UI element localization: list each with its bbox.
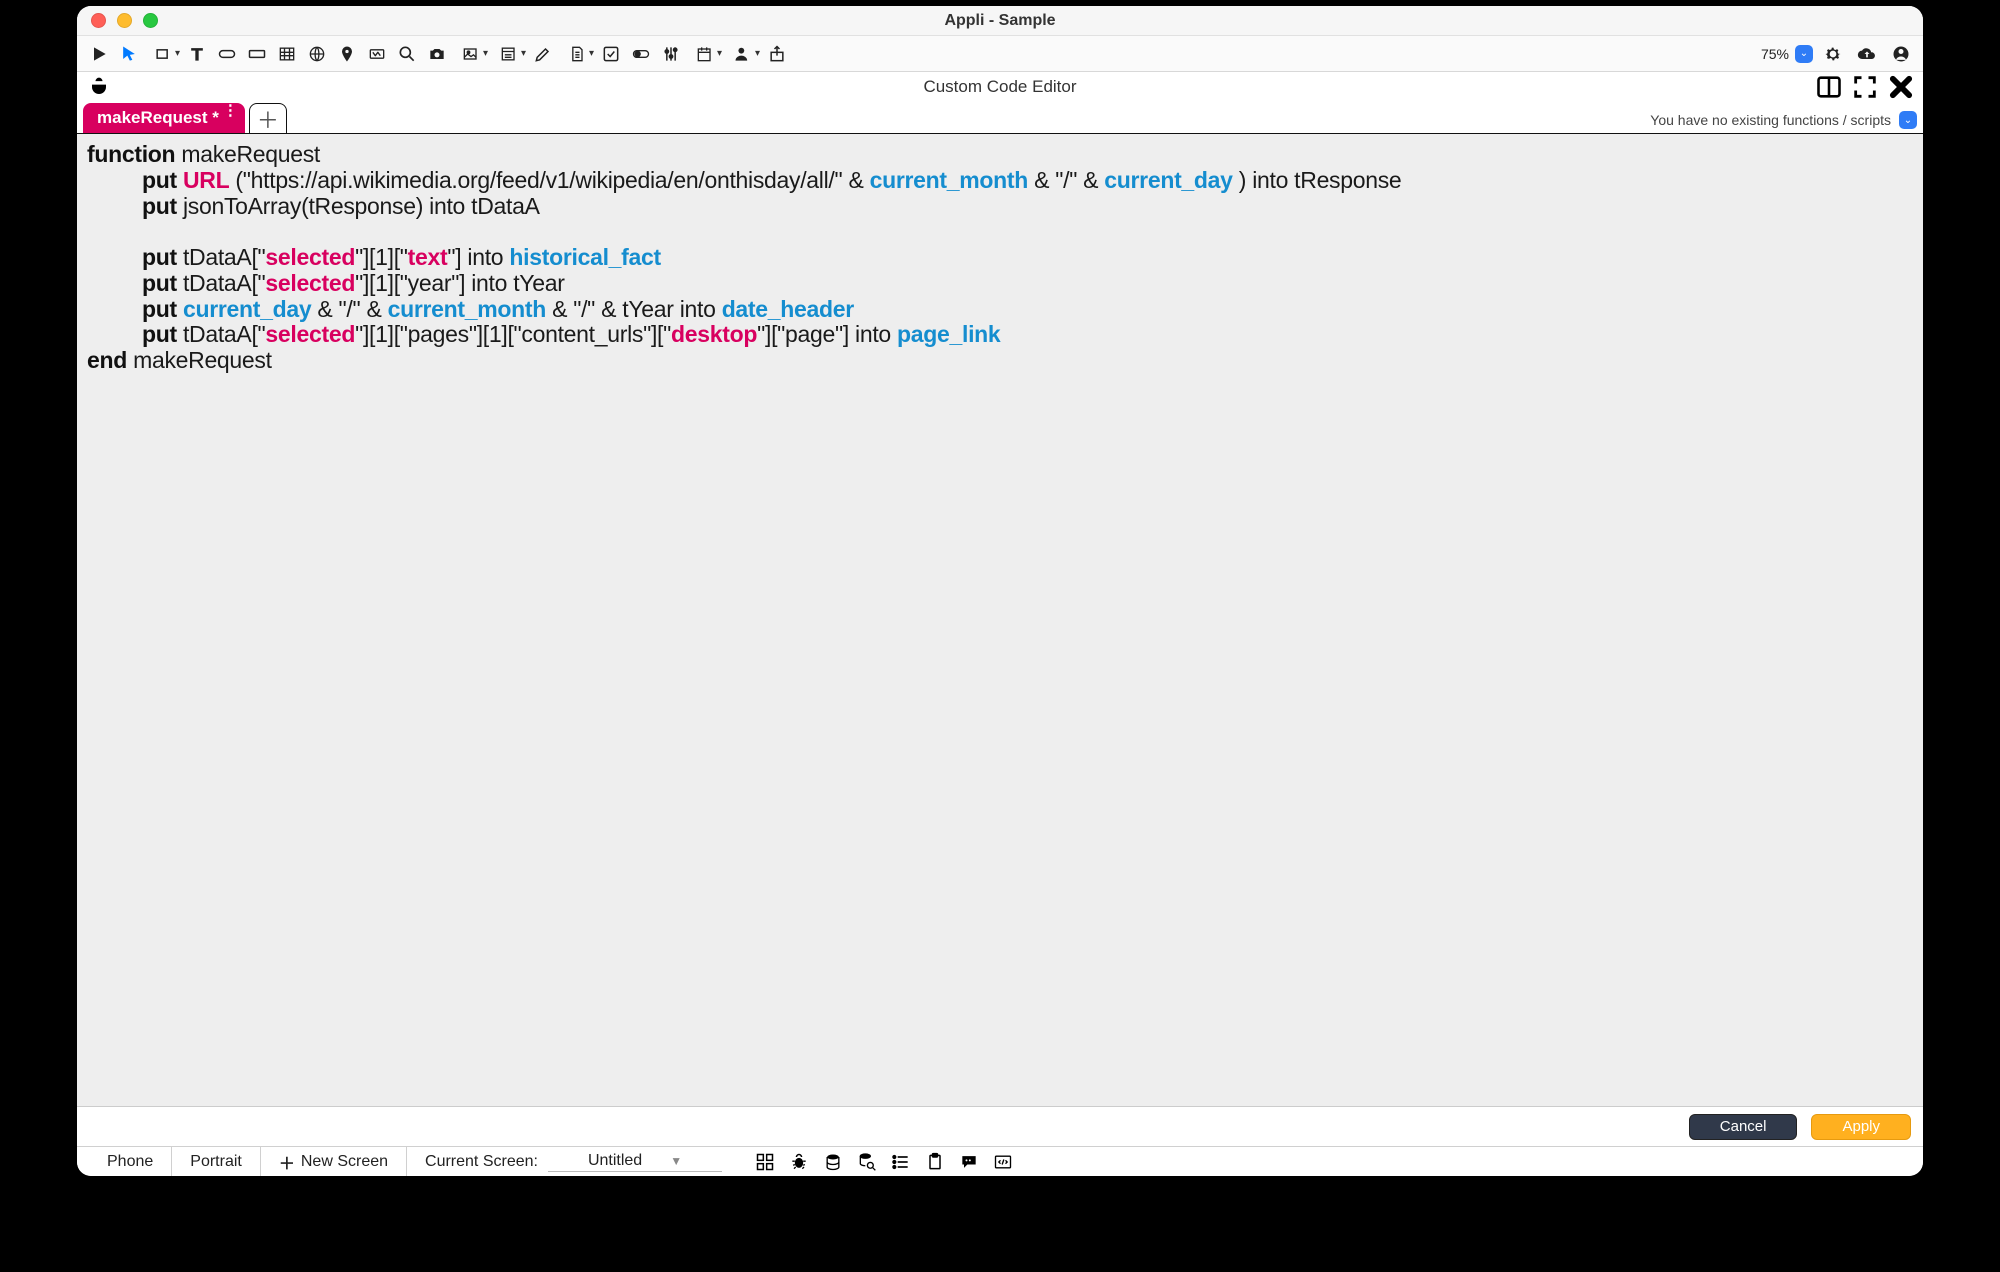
button-tool-icon[interactable]: [213, 40, 241, 68]
code-panel-icon[interactable]: [992, 1151, 1014, 1173]
calendar-icon[interactable]: [687, 40, 723, 68]
clipboard-icon[interactable]: [924, 1151, 946, 1173]
pointer-icon[interactable]: [115, 40, 143, 68]
tab-label: makeRequest *: [97, 108, 219, 128]
search-icon[interactable]: [393, 40, 421, 68]
chevron-down-icon: ⌄: [1795, 45, 1813, 63]
chat-icon[interactable]: [958, 1151, 980, 1173]
grid-tool-icon[interactable]: [273, 40, 301, 68]
zoom-selector[interactable]: 75% ⌄: [1761, 45, 1813, 63]
play-icon[interactable]: [85, 40, 113, 68]
fullscreen-icon[interactable]: [1851, 73, 1879, 101]
apply-button[interactable]: Apply: [1811, 1114, 1911, 1140]
badge-tool-icon[interactable]: [363, 40, 391, 68]
field-tool-icon[interactable]: [243, 40, 271, 68]
code-content: function makeRequest put URL ("https://a…: [87, 142, 1913, 374]
text-tool-icon[interactable]: [183, 40, 211, 68]
status-icons: [740, 1151, 1014, 1173]
form-tool-icon[interactable]: [491, 40, 527, 68]
functions-status-label: You have no existing functions / scripts: [1650, 112, 1891, 128]
tab-menu-icon[interactable]: ⋮: [223, 107, 237, 115]
shape-tool-icon[interactable]: [145, 40, 181, 68]
window-title: Appli - Sample: [77, 12, 1923, 30]
chevron-down-icon: ▼: [670, 1154, 682, 1168]
add-tab-button[interactable]: ＋: [249, 103, 287, 133]
code-editor[interactable]: function makeRequest put URL ("https://a…: [77, 134, 1923, 1106]
account-icon[interactable]: [1887, 40, 1915, 68]
sliders-icon[interactable]: [657, 40, 685, 68]
editor-header: Custom Code Editor: [77, 72, 1923, 101]
document-tool-icon[interactable]: [559, 40, 595, 68]
window-controls: [77, 13, 158, 28]
device-selector[interactable]: Phone: [89, 1147, 172, 1176]
close-window-button[interactable]: [91, 13, 106, 28]
gear-icon[interactable]: [1819, 40, 1847, 68]
chevron-down-icon: ⌄: [1899, 111, 1917, 129]
current-screen: Current Screen: Untitled ▼: [407, 1147, 740, 1176]
checkbox-icon[interactable]: [597, 40, 625, 68]
new-screen-button[interactable]: ＋ New Screen: [261, 1147, 407, 1176]
cancel-button[interactable]: Cancel: [1689, 1114, 1798, 1140]
toggle-icon[interactable]: [627, 40, 655, 68]
close-icon[interactable]: [1887, 73, 1915, 101]
titlebar: Appli - Sample: [77, 6, 1923, 36]
main-toolbar: 75% ⌄: [77, 36, 1923, 72]
user-tool-icon[interactable]: [725, 40, 761, 68]
app-window: Appli - Sample 75% ⌄: [77, 6, 1923, 1176]
panel-split-icon[interactable]: [1815, 73, 1843, 101]
database-icon[interactable]: [822, 1151, 844, 1173]
bug-icon[interactable]: [85, 73, 113, 101]
list-icon[interactable]: [890, 1151, 912, 1173]
database-search-icon[interactable]: [856, 1151, 878, 1173]
zoom-value: 75%: [1761, 46, 1789, 62]
current-screen-selector[interactable]: Untitled ▼: [548, 1152, 722, 1172]
camera-icon[interactable]: [423, 40, 451, 68]
export-icon[interactable]: [763, 40, 791, 68]
editor-title: Custom Code Editor: [77, 77, 1923, 97]
tab-strip: makeRequest * ⋮ ＋ You have no existing f…: [77, 101, 1923, 133]
editor-footer: Cancel Apply: [77, 1106, 1923, 1146]
maximize-window-button[interactable]: [143, 13, 158, 28]
bug-icon[interactable]: [788, 1151, 810, 1173]
plus-icon: ＋: [279, 1150, 295, 1174]
globe-icon[interactable]: [303, 40, 331, 68]
edit-icon[interactable]: [529, 40, 557, 68]
orientation-selector[interactable]: Portrait: [172, 1147, 261, 1176]
code-editor-wrap: function makeRequest put URL ("https://a…: [77, 133, 1923, 1146]
cloud-upload-icon[interactable]: [1853, 40, 1881, 68]
tab-makerequest[interactable]: makeRequest * ⋮: [83, 103, 245, 133]
minimize-window-button[interactable]: [117, 13, 132, 28]
apps-grid-icon[interactable]: [754, 1151, 776, 1173]
image-tool-icon[interactable]: [453, 40, 489, 68]
status-bar: Phone Portrait ＋ New Screen Current Scre…: [77, 1146, 1923, 1176]
location-icon[interactable]: [333, 40, 361, 68]
functions-dropdown[interactable]: You have no existing functions / scripts…: [1650, 111, 1917, 129]
